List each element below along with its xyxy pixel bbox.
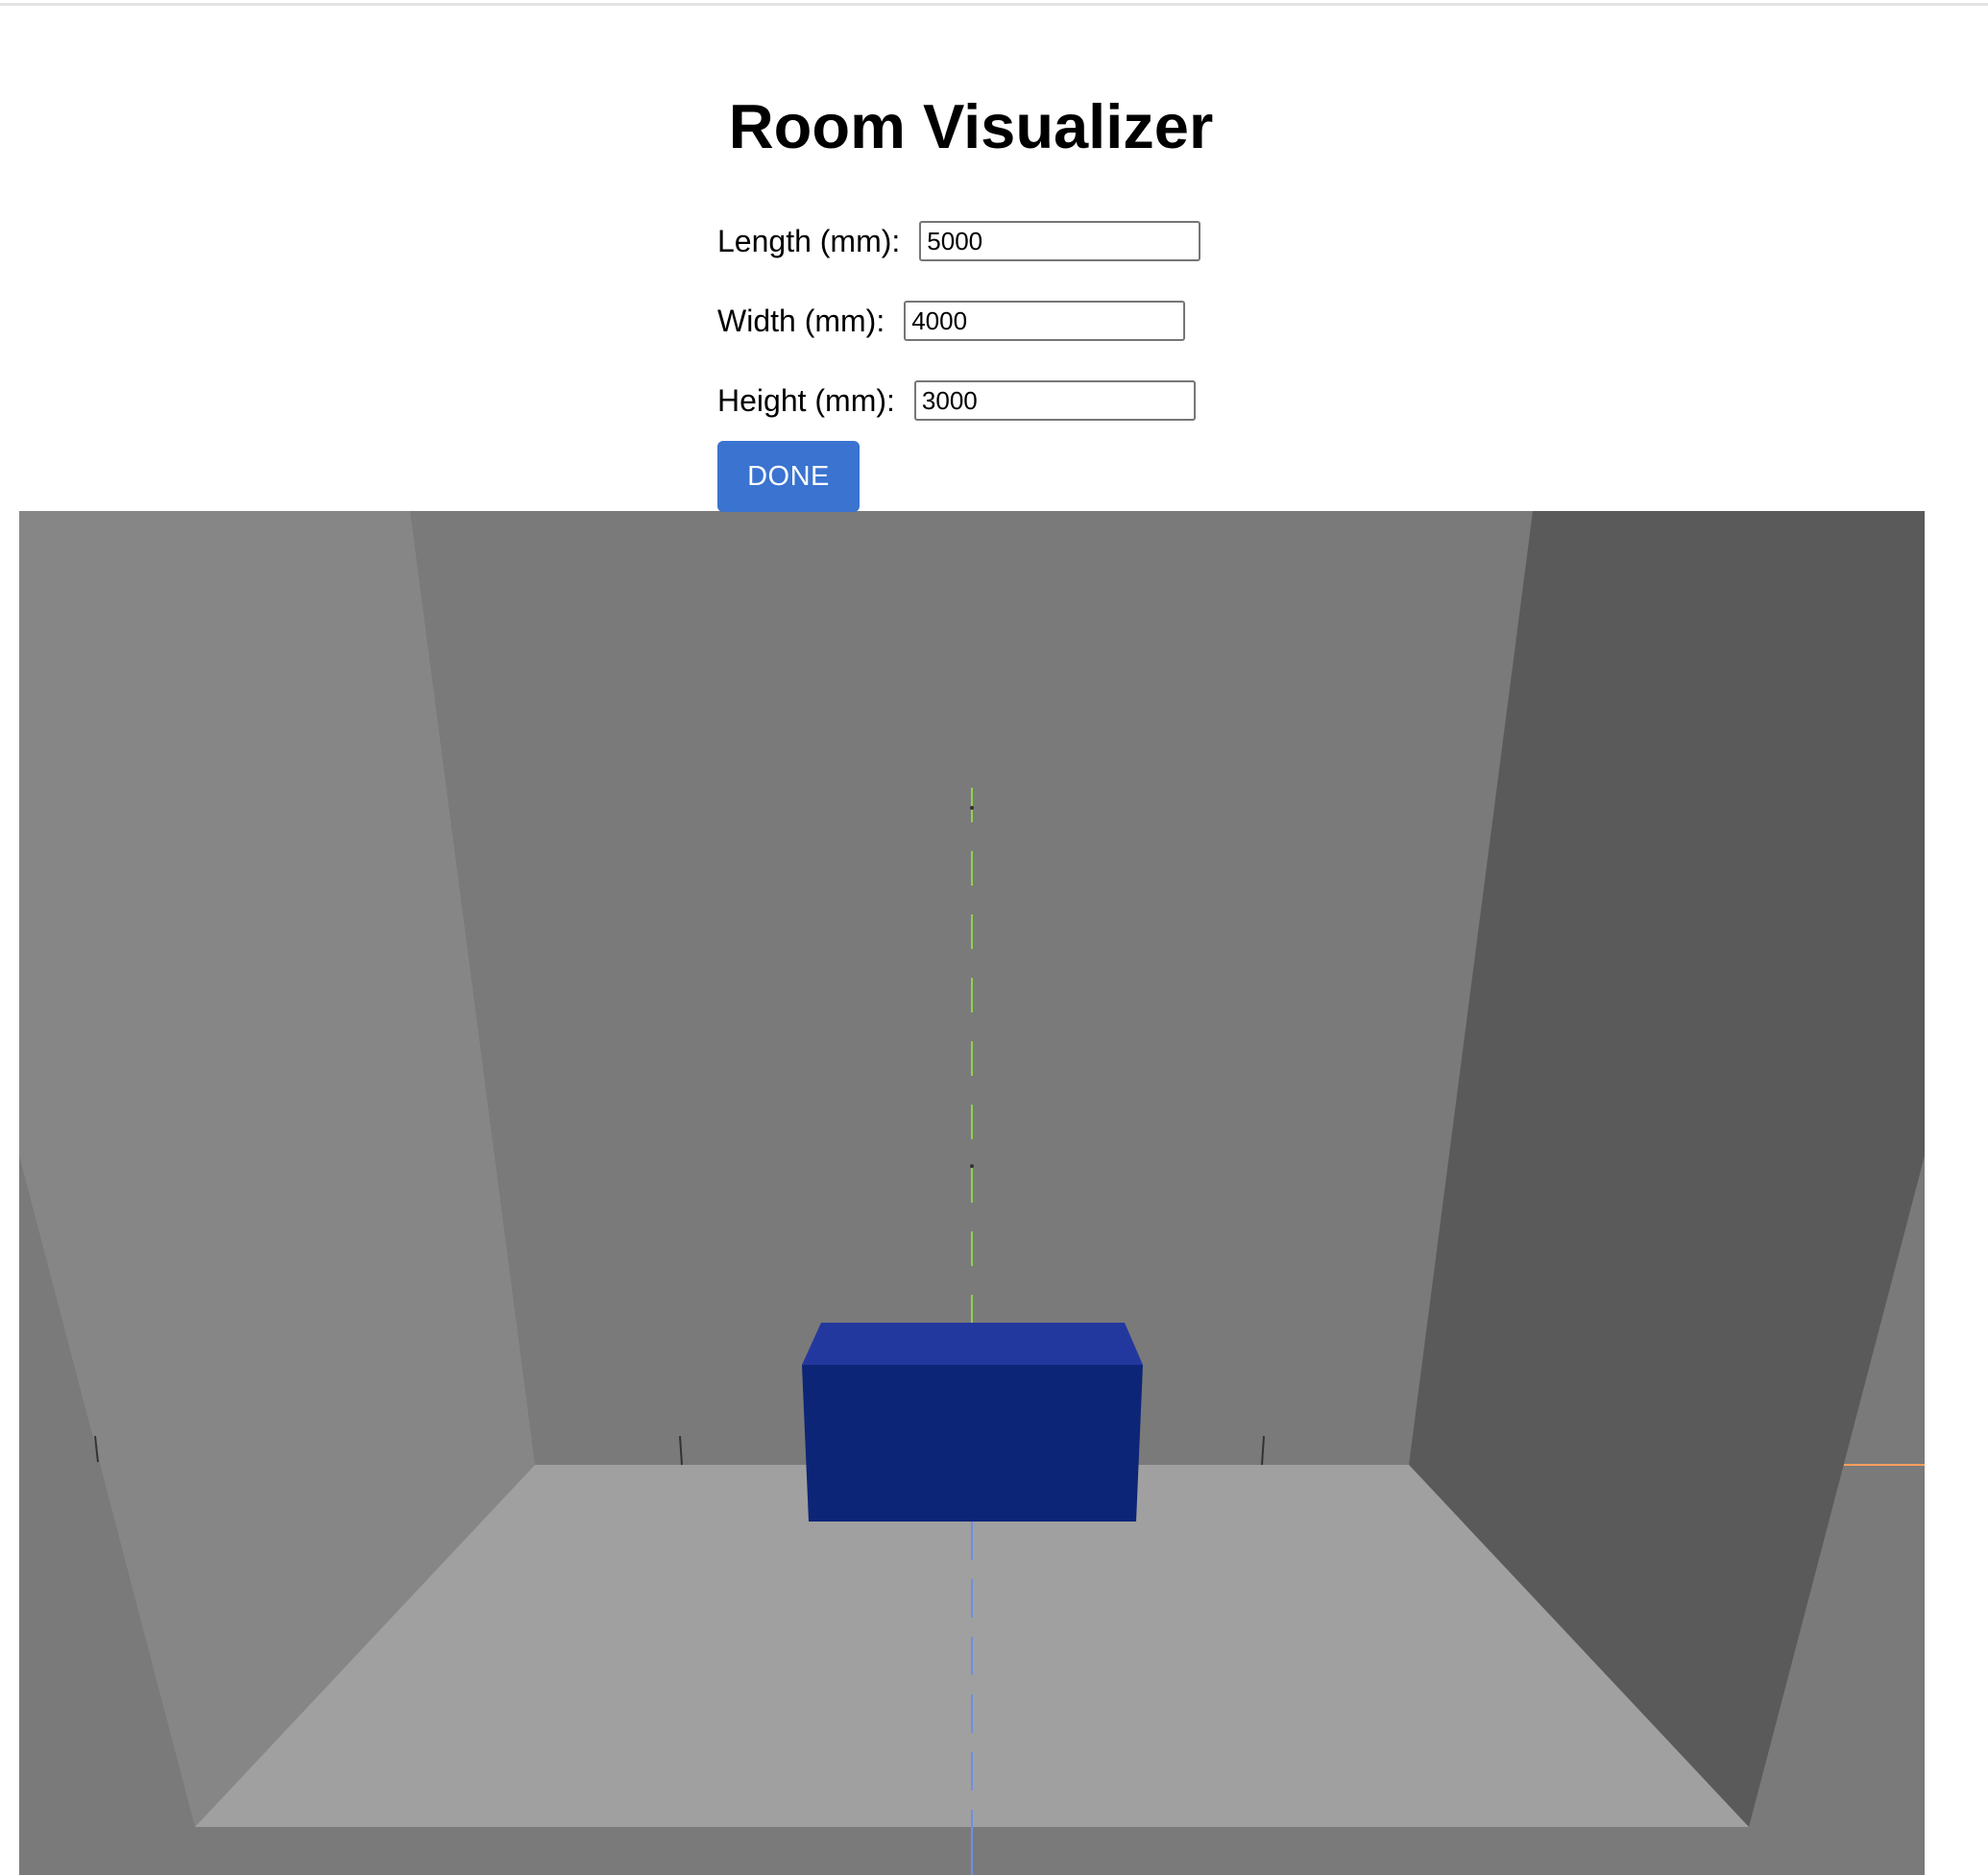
height-row: Height (mm): bbox=[717, 379, 1196, 422]
done-button[interactable]: DONE bbox=[717, 441, 860, 512]
room-3d-viewport[interactable] bbox=[19, 511, 1925, 1875]
width-label: Width (mm): bbox=[717, 304, 885, 338]
axis-y-marker-top bbox=[970, 806, 974, 810]
page-title: Room Visualizer bbox=[728, 91, 1214, 161]
height-label: Height (mm): bbox=[717, 383, 895, 418]
axis-y-marker-mid bbox=[970, 1164, 974, 1168]
top-divider bbox=[0, 0, 1988, 6]
height-input[interactable] bbox=[913, 380, 1196, 421]
length-input[interactable] bbox=[919, 221, 1201, 261]
box-top-face bbox=[802, 1323, 1143, 1365]
box-front-face bbox=[802, 1365, 1143, 1522]
length-label: Length (mm): bbox=[717, 224, 901, 258]
width-row: Width (mm): bbox=[717, 300, 1186, 342]
width-input[interactable] bbox=[904, 301, 1186, 341]
length-row: Length (mm): bbox=[717, 220, 1201, 262]
room-3d-canvas[interactable] bbox=[19, 511, 1925, 1875]
